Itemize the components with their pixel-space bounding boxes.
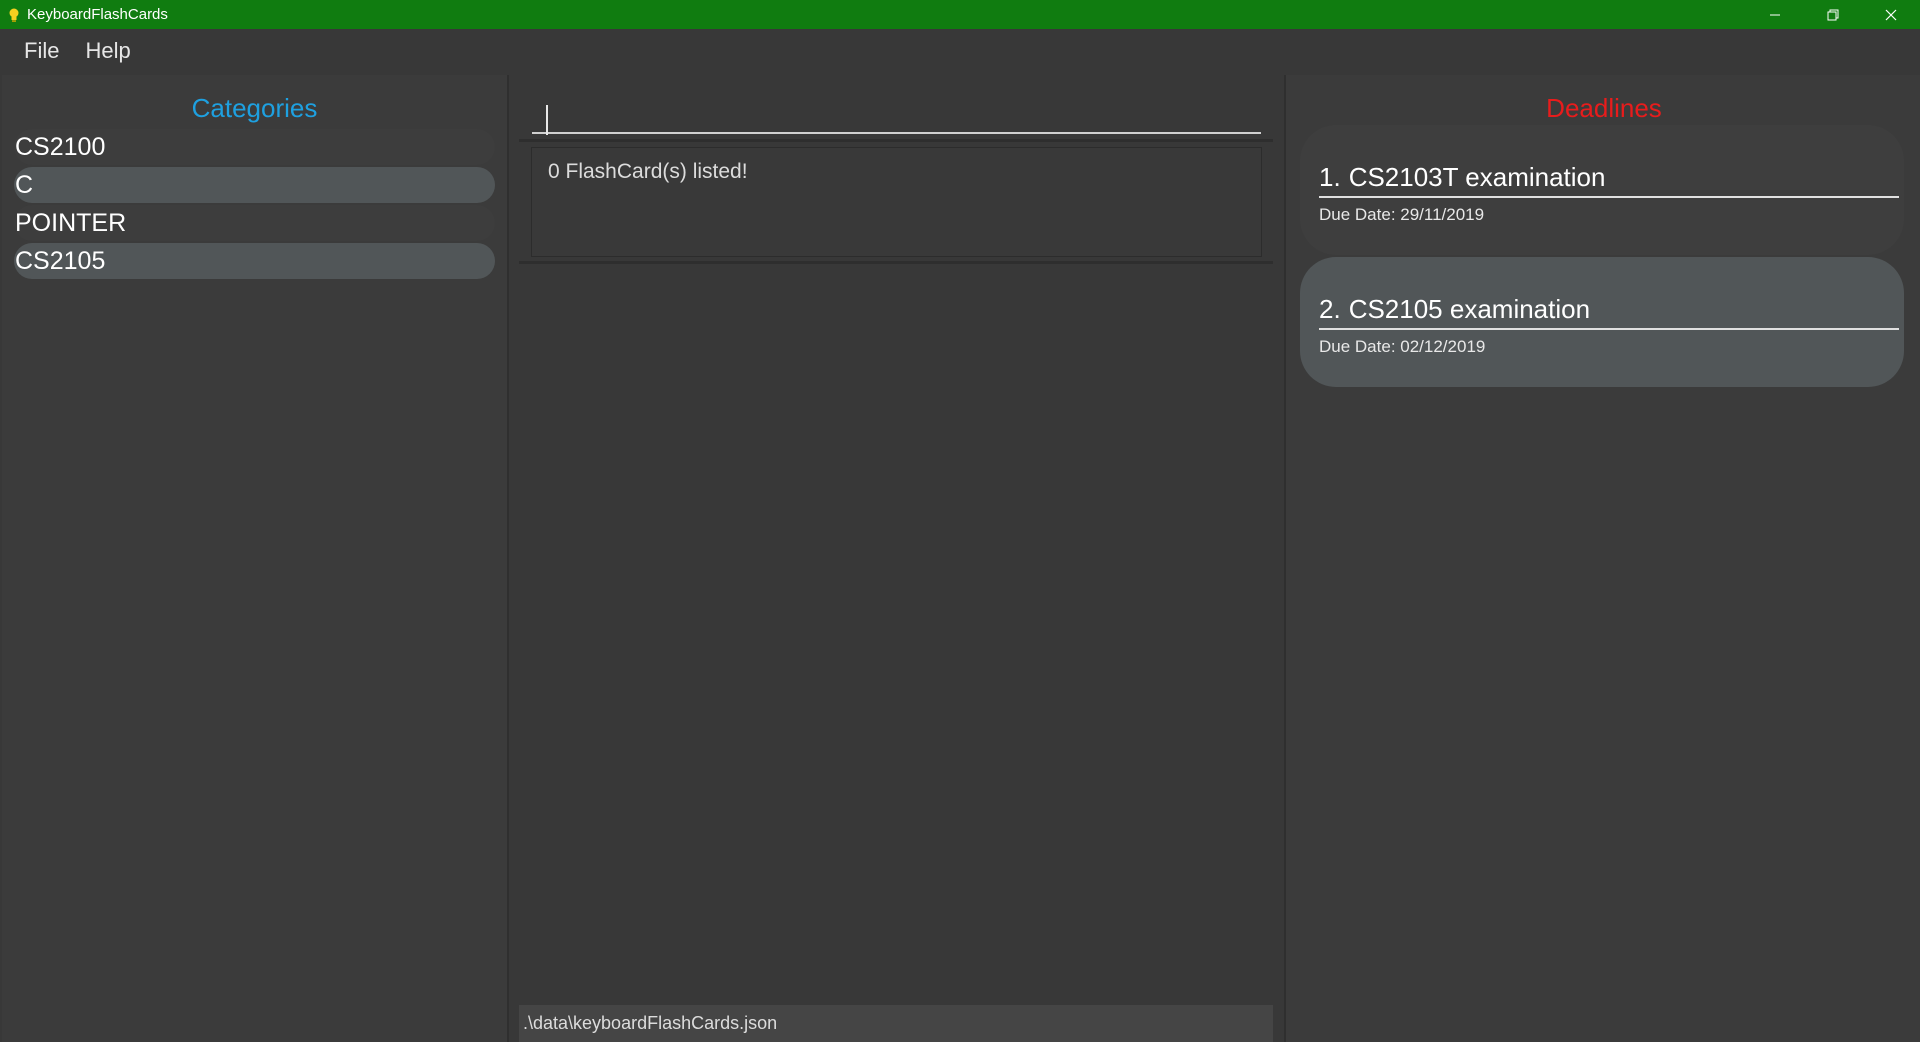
minimize-icon[interactable] xyxy=(1746,0,1804,29)
command-input[interactable] xyxy=(532,90,1261,135)
deadline-task: CS2103T examination xyxy=(1348,162,1606,192)
restore-icon[interactable] xyxy=(1804,0,1862,29)
deadlines-title: Deadlines xyxy=(1546,93,1662,123)
deadline-task: CS2105 examination xyxy=(1348,294,1591,324)
menu-help[interactable]: Help xyxy=(81,36,134,66)
result-message: 0 FlashCard(s) listed! xyxy=(548,160,748,183)
menu-file[interactable]: File xyxy=(20,36,63,66)
categories-title: Categories xyxy=(191,93,318,123)
menu-bar: File Help xyxy=(0,29,1920,73)
deadlines-panel: Deadlines 1. CS2103T examination Due Date… xyxy=(1284,75,1920,1042)
window-title: KeyboardFlashCards xyxy=(27,6,168,23)
divider xyxy=(519,139,1273,142)
deadline-index: 2. xyxy=(1319,294,1341,324)
category-item[interactable]: C xyxy=(14,167,495,203)
result-display: 0 FlashCard(s) listed! xyxy=(531,147,1262,257)
deadline-card[interactable]: 1. CS2103T examination Due Date: 29/11/20… xyxy=(1300,125,1904,255)
text-caret xyxy=(546,105,548,135)
lightbulb-icon xyxy=(7,8,21,22)
category-item[interactable]: POINTER xyxy=(14,205,495,241)
deadline-due-date: Due Date: 02/12/2019 xyxy=(1319,337,1486,356)
deadline-card[interactable]: 2. CS2105 examination Due Date: 02/12/201… xyxy=(1300,257,1904,387)
close-icon[interactable] xyxy=(1862,0,1920,29)
deadline-due-date: Due Date: 29/11/2019 xyxy=(1319,205,1485,224)
categories-list: CS2100 C POINTER CS2105 xyxy=(2,129,507,279)
save-location: .\data\keyboardFlashCards.json xyxy=(523,1013,778,1033)
status-bar: .\data\keyboardFlashCards.json xyxy=(519,1005,1273,1042)
deadline-heading: 1. CS2103T examination xyxy=(1319,158,1899,198)
deadline-heading: 2. CS2105 examination xyxy=(1319,290,1899,330)
deadline-index: 1. xyxy=(1319,162,1341,192)
category-item[interactable]: CS2105 xyxy=(14,243,495,279)
divider xyxy=(519,261,1273,264)
title-bar: KeyboardFlashCards xyxy=(0,0,1920,29)
categories-panel: Categories CS2100 C POINTER CS2105 xyxy=(2,75,509,1042)
main-panel: 0 FlashCard(s) listed! .\data\keyboardFl… xyxy=(517,75,1273,1042)
category-item[interactable]: CS2100 xyxy=(14,129,495,165)
